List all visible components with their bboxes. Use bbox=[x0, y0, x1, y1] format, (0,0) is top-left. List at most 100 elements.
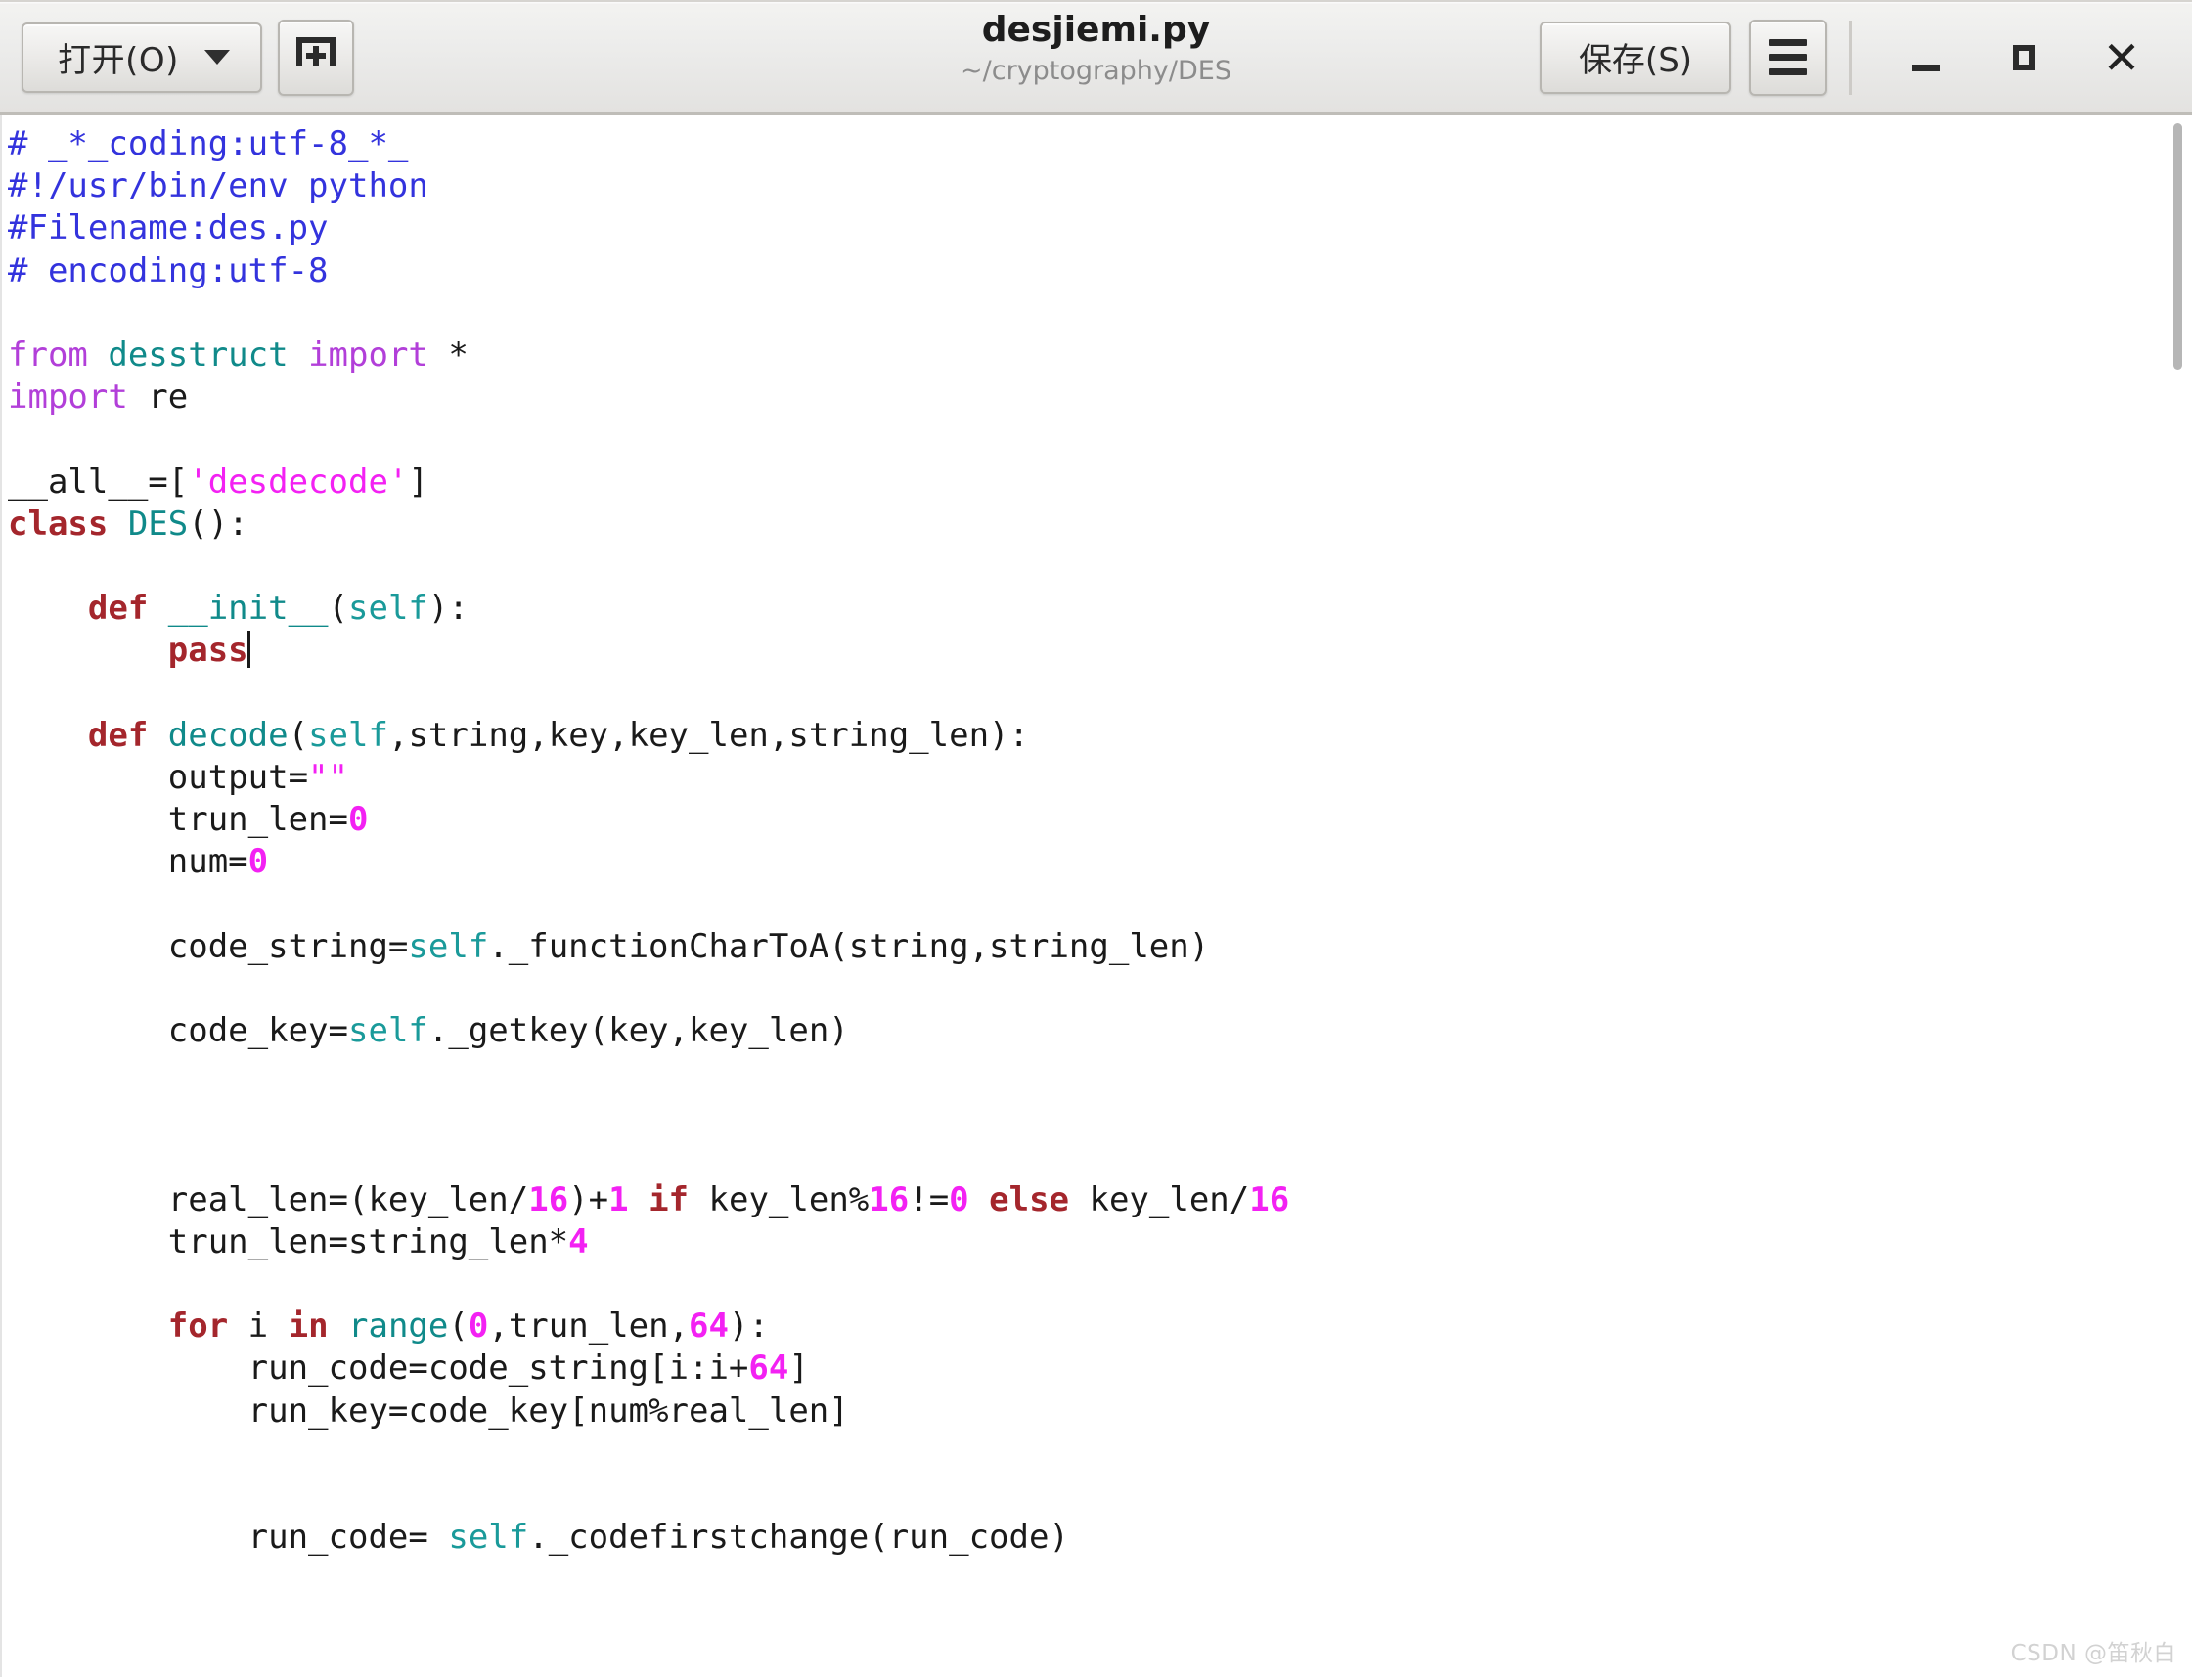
code-token: self bbox=[348, 1010, 428, 1050]
code-line: __all__=['desdecode'] bbox=[8, 462, 2192, 504]
code-token: 0 bbox=[949, 1179, 969, 1219]
code-line: class DES(): bbox=[8, 504, 2192, 546]
code-token: else bbox=[968, 1179, 1090, 1219]
vertical-scrollbar[interactable] bbox=[2159, 115, 2192, 1677]
minimize-button[interactable] bbox=[1877, 16, 1975, 100]
code-line: ​ bbox=[8, 1137, 2192, 1179]
code-token: * bbox=[448, 334, 469, 375]
code-line: ​ bbox=[8, 1433, 2192, 1475]
close-button[interactable]: ✕ bbox=[2073, 16, 2170, 100]
code-line: #Filename:des.py bbox=[8, 207, 2192, 249]
code-token: != bbox=[909, 1179, 950, 1219]
new-tab-button[interactable] bbox=[278, 19, 354, 96]
code-line: # _*_coding:utf-8_*_ bbox=[8, 123, 2192, 165]
code-token: self bbox=[308, 715, 388, 755]
code-token: pass bbox=[8, 631, 248, 671]
open-file-button[interactable]: 打开(O) bbox=[22, 22, 262, 93]
code-line: ​ bbox=[8, 883, 2192, 925]
code-token: 'desdecode' bbox=[188, 462, 409, 502]
code-token: ] bbox=[408, 462, 428, 502]
code-token: "" bbox=[308, 757, 348, 797]
code-token: # _*_coding:utf-8_*_ bbox=[8, 124, 409, 163]
code-token: 0 bbox=[247, 842, 269, 882]
header-divider bbox=[1849, 20, 1852, 95]
code-token: from bbox=[8, 334, 109, 375]
code-token: i bbox=[247, 1306, 289, 1347]
code-token: trun_len=string_len* bbox=[8, 1221, 569, 1261]
source-code[interactable]: # _*_coding:utf-8_*_ #!/usr/bin/env pytho… bbox=[2, 115, 2192, 1559]
code-token: class bbox=[8, 504, 128, 544]
code-token: run_code= bbox=[8, 1518, 449, 1558]
code-line: real_len=(key_len/16)+1 if key_len%16!=0… bbox=[8, 1179, 2192, 1221]
code-token: 64 bbox=[689, 1306, 729, 1347]
code-token: ,string,key,key_len,string_len): bbox=[387, 715, 1029, 755]
code-line: ​ bbox=[8, 968, 2192, 1010]
code-token: desstruct bbox=[108, 334, 289, 375]
code-token: run_code=code_string[i:i+ bbox=[8, 1348, 749, 1389]
code-token: 16 bbox=[528, 1179, 569, 1219]
page-title: desjiemi.py bbox=[981, 10, 1211, 50]
code-line: def __init__(self): bbox=[8, 588, 2192, 630]
code-line: ​ bbox=[8, 419, 2192, 461]
code-token: real_len=(key_len/ bbox=[8, 1179, 529, 1219]
code-line: import re bbox=[8, 376, 2192, 419]
scrollbar-thumb[interactable] bbox=[2173, 123, 2182, 370]
code-line: # encoding:utf-8 bbox=[8, 250, 2192, 292]
code-token: (): bbox=[188, 504, 248, 544]
code-token: ] bbox=[788, 1348, 809, 1389]
code-line: run_code= self._codefirstchange(run_code… bbox=[8, 1517, 2192, 1559]
code-token: )+ bbox=[568, 1179, 609, 1219]
code-token: run_key=code_key[num%real_len] bbox=[8, 1391, 849, 1431]
code-token: # encoding:utf-8 bbox=[8, 250, 329, 290]
watermark: CSDN @笛秋白 bbox=[2010, 1641, 2176, 1666]
code-token: __all__=[ bbox=[8, 462, 189, 502]
text-editor-area[interactable]: # _*_coding:utf-8_*_ #!/usr/bin/env pytho… bbox=[0, 115, 2192, 1677]
code-token: decode bbox=[167, 715, 289, 755]
code-token: ._functionCharToA(string,string_len) bbox=[488, 926, 1210, 966]
code-token: __init__ bbox=[167, 589, 329, 629]
code-token: code_key= bbox=[8, 1010, 348, 1050]
window-controls: ✕ bbox=[1877, 16, 2170, 100]
header-left-group: 打开(O) bbox=[22, 19, 354, 96]
code-line: from desstruct import * bbox=[8, 334, 2192, 376]
close-icon: ✕ bbox=[2102, 30, 2141, 84]
code-token: import bbox=[288, 334, 449, 375]
code-token: def bbox=[8, 589, 168, 629]
code-token: ): bbox=[729, 1306, 769, 1347]
maximize-button[interactable] bbox=[1975, 16, 2073, 100]
chevron-down-icon bbox=[203, 50, 230, 65]
code-token: def bbox=[8, 715, 168, 755]
save-button[interactable]: 保存(S) bbox=[1540, 21, 1731, 94]
header-bar: 打开(O) desjiemi.py ~/cryptography/DES 保存(… bbox=[0, 0, 2192, 115]
save-button-label: 保存(S) bbox=[1578, 41, 1693, 80]
code-token: if bbox=[628, 1179, 709, 1219]
code-token: key_len% bbox=[708, 1179, 870, 1219]
code-line: run_code=code_string[i:i+64] bbox=[8, 1348, 2192, 1390]
code-token: DES bbox=[127, 504, 189, 544]
code-line: ​ bbox=[8, 1263, 2192, 1305]
main-menu-button[interactable] bbox=[1749, 19, 1827, 96]
hamburger-menu-icon bbox=[1769, 39, 1807, 75]
code-line: ​ bbox=[8, 672, 2192, 714]
text-cursor bbox=[246, 631, 250, 669]
code-line: trun_len=string_len*4 bbox=[8, 1221, 2192, 1263]
code-token: ( bbox=[448, 1306, 469, 1347]
header-right-group: 保存(S) ✕ bbox=[1540, 16, 2170, 100]
code-token: 1 bbox=[608, 1179, 629, 1219]
code-token: 16 bbox=[1249, 1179, 1290, 1219]
code-token: self bbox=[408, 926, 489, 966]
code-token: 0 bbox=[468, 1306, 489, 1347]
gedit-window: 打开(O) desjiemi.py ~/cryptography/DES 保存(… bbox=[0, 0, 2192, 1680]
code-token: re bbox=[127, 377, 189, 418]
code-line: ​ bbox=[8, 1052, 2192, 1094]
code-line: ​ bbox=[8, 546, 2192, 588]
code-line: pass bbox=[8, 630, 2192, 672]
code-token: output= bbox=[8, 757, 309, 797]
code-line: output="" bbox=[8, 757, 2192, 799]
code-token: key_len/ bbox=[1089, 1179, 1250, 1219]
code-token: for bbox=[8, 1306, 248, 1347]
code-line: run_key=code_key[num%real_len] bbox=[8, 1391, 2192, 1433]
code-token: 16 bbox=[869, 1179, 910, 1219]
code-line: for i in range(0,trun_len,64): bbox=[8, 1305, 2192, 1348]
code-token: import bbox=[8, 377, 128, 418]
